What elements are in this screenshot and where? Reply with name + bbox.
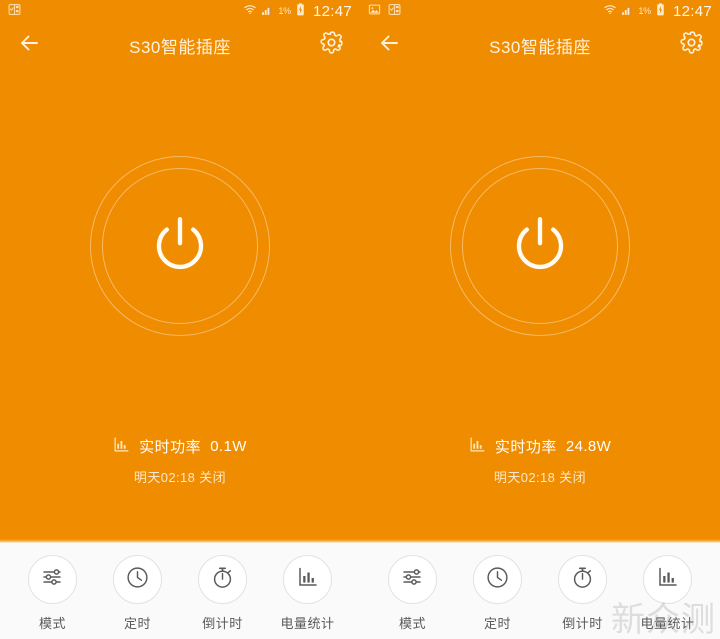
power-toggle-button[interactable] <box>102 168 258 324</box>
toolbar-label: 倒计时 <box>202 616 243 631</box>
toolbar-label: 倒计时 <box>562 616 603 631</box>
power-button-area <box>360 156 720 336</box>
bar-chart-icon <box>296 565 320 594</box>
bar-chart-icon <box>113 436 130 457</box>
status-bar: 1% 12:47 <box>360 0 720 22</box>
toolbar-icon-circle <box>198 555 247 604</box>
status-bar-system-icons: 1% 12:47 <box>603 3 712 20</box>
back-button[interactable] <box>12 28 46 62</box>
toolbar-icon-circle <box>283 555 332 604</box>
toolbar-icon-circle <box>473 555 522 604</box>
stopwatch-icon <box>210 565 235 595</box>
page-title: S30智能插座 <box>489 37 591 57</box>
stopwatch-icon <box>570 565 595 595</box>
realtime-power-value: 24.8W <box>565 438 612 455</box>
wifi-icon <box>243 3 257 19</box>
back-arrow-icon <box>377 31 401 60</box>
power-icon <box>504 208 576 285</box>
toolbar-item-power-statistics[interactable]: 电量统计 <box>271 555 345 632</box>
realtime-power-row: 实时功率 0.1W <box>113 436 247 457</box>
app-bar: S30智能插座 <box>0 22 360 68</box>
toolbar-item-mode[interactable]: 模式 <box>16 555 90 632</box>
power-ring-outer <box>90 156 270 336</box>
toolbar-item-power-statistics[interactable]: 电量统计 <box>631 555 705 632</box>
main-content: 实时功率 0.1W 明天02:18 关闭 <box>0 68 360 539</box>
gear-icon <box>679 30 704 60</box>
toolbar-icon-circle <box>28 555 77 604</box>
settings-button[interactable] <box>314 28 348 62</box>
toolbar-item-timer[interactable]: 定时 <box>101 555 175 632</box>
battery-charging-icon <box>295 3 306 19</box>
sliders-icon <box>41 565 65 594</box>
realtime-power-value: 0.1W <box>210 438 247 455</box>
app-bar: S30智能插座 <box>360 22 720 68</box>
bar-chart-icon <box>469 436 486 457</box>
toolbar-label: 定时 <box>483 616 511 631</box>
status-bar-clock: 12:47 <box>672 2 712 20</box>
toolbar-item-countdown[interactable]: 倒计时 <box>546 555 620 632</box>
toolbar-icon-circle <box>558 555 607 604</box>
toolbar-label: 定时 <box>123 616 151 631</box>
battery-percent-label: 1% <box>638 6 651 16</box>
realtime-power-label: 实时功率 <box>139 439 202 456</box>
main-content: 实时功率 24.8W 明天02:18 关闭 <box>360 68 720 539</box>
status-bar-system-icons: 1% 12:47 <box>243 3 352 20</box>
battery-percent-label: 1% <box>278 6 291 16</box>
toolbar-label: 模式 <box>38 616 66 631</box>
clock-icon <box>125 565 150 595</box>
schedule-status-text: 明天02:18 关闭 <box>133 470 227 485</box>
cellular-signal-icon <box>261 3 274 19</box>
status-bar-notifications <box>8 3 243 19</box>
image-icon <box>368 3 381 19</box>
settings-button[interactable] <box>674 28 708 62</box>
power-button-area <box>0 156 360 336</box>
power-icon <box>144 208 216 285</box>
toolbar-icon-circle <box>388 555 437 604</box>
battery-charging-icon <box>655 3 666 19</box>
gear-icon <box>319 30 344 60</box>
power-ring-outer <box>450 156 630 336</box>
toolbar-icon-circle <box>113 555 162 604</box>
bottom-toolbar: 模式 定时 <box>360 543 720 639</box>
toolbar-item-mode[interactable]: 模式 <box>376 555 450 632</box>
task-checklist-icon <box>8 3 21 19</box>
status-bar: 1% 12:47 <box>0 0 360 22</box>
realtime-power-label: 实时功率 <box>494 439 557 456</box>
back-button[interactable] <box>372 28 406 62</box>
phone-screen-right: 1% 12:47 S30智能插座 实时功率 24.8W 明天02:18 关闭 模… <box>360 0 720 639</box>
realtime-power-info: 实时功率 0.1W 明天02:18 关闭 <box>0 436 360 486</box>
status-bar-clock: 12:47 <box>312 2 352 20</box>
realtime-power-info: 实时功率 24.8W 明天02:18 关闭 <box>360 436 720 486</box>
wifi-icon <box>603 3 617 19</box>
sliders-icon <box>401 565 425 594</box>
cellular-signal-icon <box>621 3 634 19</box>
dual-screenshot-container: 1% 12:47 S30智能插座 实时功率 0.1W 明天02:18 关闭 模式… <box>0 0 720 639</box>
schedule-status-text: 明天02:18 关闭 <box>493 470 587 485</box>
toolbar-label: 模式 <box>398 616 426 631</box>
back-arrow-icon <box>17 31 41 60</box>
status-bar-notifications <box>368 3 603 19</box>
toolbar-item-countdown[interactable]: 倒计时 <box>186 555 260 632</box>
clock-icon <box>485 565 510 595</box>
phone-screen-left: 1% 12:47 S30智能插座 实时功率 0.1W 明天02:18 关闭 模式… <box>0 0 360 639</box>
toolbar-label: 电量统计 <box>280 616 335 631</box>
toolbar-icon-circle <box>643 555 692 604</box>
bar-chart-icon <box>656 565 680 594</box>
bottom-toolbar: 模式 定时 <box>0 543 360 639</box>
page-title: S30智能插座 <box>129 37 231 57</box>
power-toggle-button[interactable] <box>462 168 618 324</box>
toolbar-label: 电量统计 <box>640 616 695 631</box>
realtime-power-row: 实时功率 24.8W <box>469 436 611 457</box>
toolbar-item-timer[interactable]: 定时 <box>461 555 535 632</box>
task-checklist-icon <box>388 3 401 19</box>
